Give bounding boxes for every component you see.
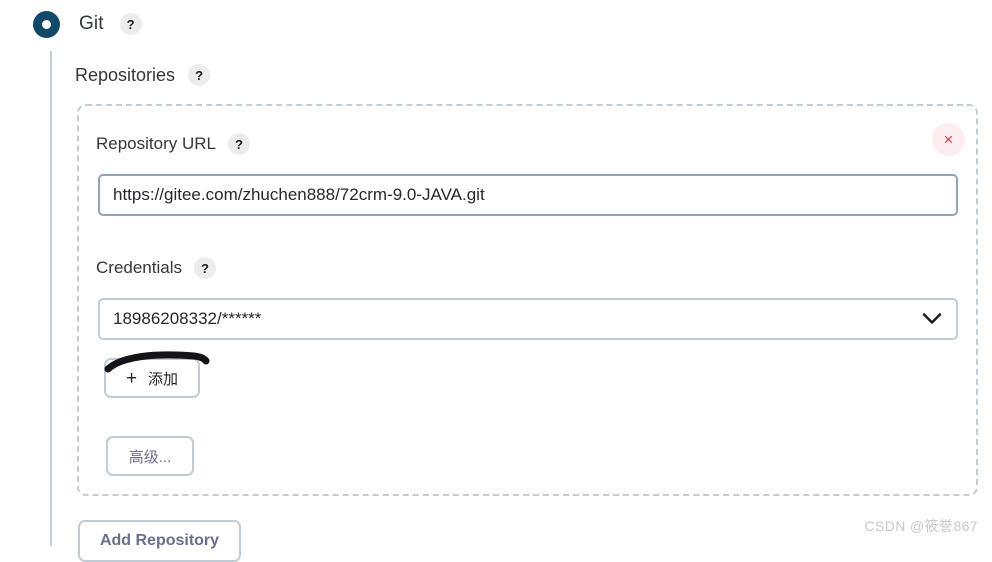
watermark: CSDN @筱誉867 <box>864 518 978 534</box>
remove-repository-button[interactable]: × <box>932 123 965 156</box>
credentials-select-wrapper[interactable]: 18986208332/****** <box>98 298 958 340</box>
help-icon-git[interactable]: ? <box>119 13 142 35</box>
advanced-label: 高级... <box>128 448 172 466</box>
repositories-title: Repositories <box>75 64 176 85</box>
repository-url-input[interactable] <box>98 174 958 216</box>
repositories-heading: Repositories ? <box>75 64 211 86</box>
credentials-select[interactable]: 18986208332/****** <box>98 298 958 340</box>
repository-url-label-group: Repository URL ? <box>96 133 250 155</box>
add-credentials-button[interactable]: + 添加 <box>104 358 200 398</box>
help-icon-credentials[interactable]: ? <box>194 257 216 279</box>
section-guide-line <box>50 51 52 546</box>
add-repository-label: Add Repository <box>99 532 220 549</box>
scm-type-label: Git <box>79 13 104 34</box>
add-credentials-label: 添加 <box>148 370 179 388</box>
radio-inner-dot <box>42 19 51 29</box>
help-icon-repository-url[interactable]: ? <box>228 133 250 155</box>
add-repository-button[interactable]: Add Repository <box>78 520 241 562</box>
help-icon-repositories[interactable]: ? <box>188 64 211 86</box>
repository-url-label: Repository URL <box>96 134 216 153</box>
credentials-selected-value: 18986208332/****** <box>113 309 262 328</box>
scm-type-row: Git ? <box>33 10 142 38</box>
close-icon: × <box>943 130 954 149</box>
credentials-label-group: Credentials ? <box>96 257 216 279</box>
radio-git-selected[interactable] <box>33 10 60 38</box>
advanced-button[interactable]: 高级... <box>106 436 194 476</box>
plus-icon: + <box>125 367 138 389</box>
credentials-label: Credentials <box>96 258 182 277</box>
